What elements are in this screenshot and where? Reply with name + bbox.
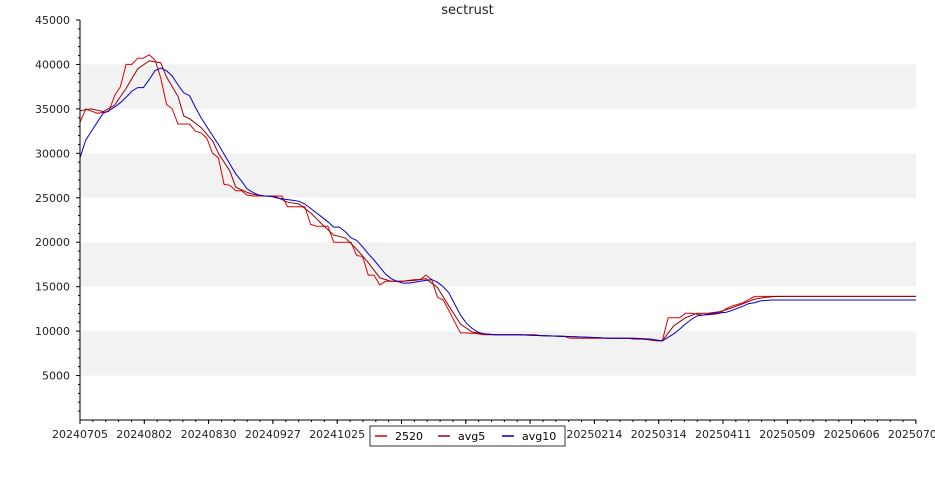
x-tick-label: 20240830 xyxy=(181,428,237,441)
y-tick-label: 35000 xyxy=(35,103,70,116)
y-tick-label: 30000 xyxy=(35,147,70,160)
x-tick-label: 20240802 xyxy=(116,428,172,441)
y-ticks: 5000 10000 15000 20000 25000 30000 35000 40000 4… xyxy=(35,14,80,412)
grid-band xyxy=(80,242,916,287)
x-tick-label: 20241025 xyxy=(309,428,365,441)
y-tick-label: 40000 xyxy=(35,58,70,71)
legend-label: avg5 xyxy=(458,430,485,443)
x-tick-label: 20250214 xyxy=(566,428,622,441)
x-tick-label: 20250509 xyxy=(759,428,815,441)
chart-title: sectrust xyxy=(441,3,493,18)
grid-band xyxy=(80,153,916,198)
y-tick-label: 10000 xyxy=(35,325,70,338)
legend-label: 2520 xyxy=(395,430,423,443)
y-tick-label: 20000 xyxy=(35,236,70,249)
grid-band xyxy=(80,331,916,376)
y-tick-label: 25000 xyxy=(35,192,70,205)
legend: 2520 avg5 avg10 xyxy=(369,425,566,447)
chart-canvas: 5000 10000 15000 20000 25000 30000 35000 40000 4… xyxy=(35,3,935,447)
grid-bands xyxy=(80,20,916,420)
grid-band xyxy=(80,108,916,154)
grid-band xyxy=(80,64,916,109)
x-tick-label: 20250606 xyxy=(824,428,880,441)
x-tick-label: 20240705 xyxy=(52,428,108,441)
legend-label: avg10 xyxy=(522,430,556,443)
x-tick-label: 20240927 xyxy=(245,428,301,441)
y-tick-label: 15000 xyxy=(35,281,70,294)
y-tick-label: 45000 xyxy=(35,14,70,27)
grid-band xyxy=(80,375,916,420)
x-tick-label: 20250314 xyxy=(631,428,687,441)
y-tick-label: 5000 xyxy=(42,370,70,383)
x-tick-label: 20250411 xyxy=(695,428,751,441)
grid-band xyxy=(80,20,916,65)
x-tick-label: 20250704 xyxy=(888,428,935,441)
grid-band xyxy=(80,286,916,332)
grid-band xyxy=(80,197,916,243)
